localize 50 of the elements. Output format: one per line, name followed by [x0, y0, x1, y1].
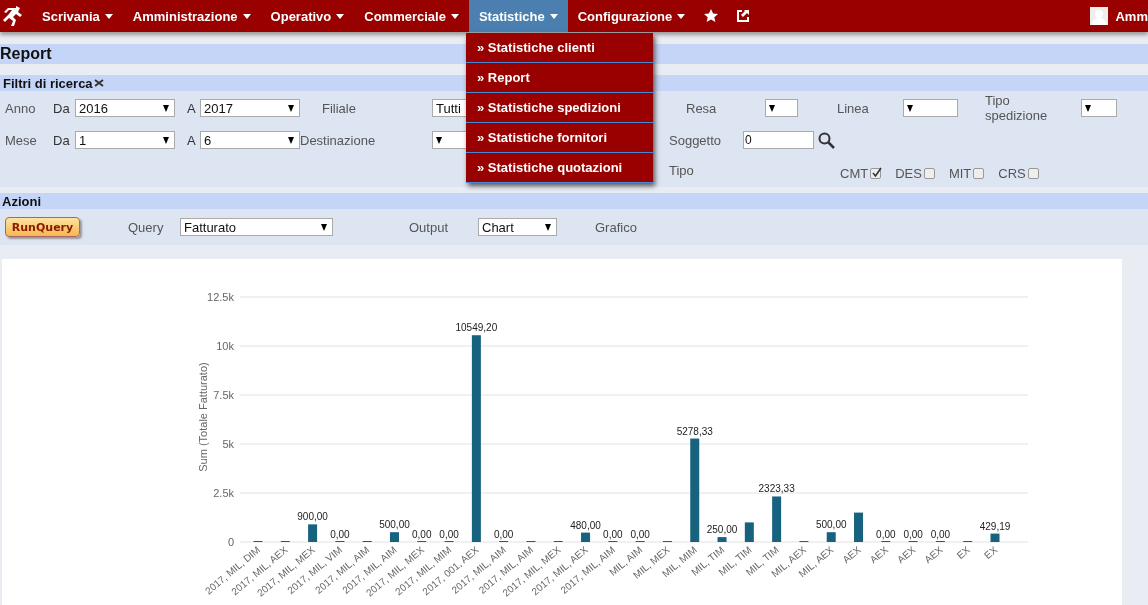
- field-label: Anno: [5, 100, 37, 116]
- checkbox-label: CRS: [998, 165, 1026, 181]
- axis-label: EX: [954, 544, 972, 562]
- data-label: 10549,20: [455, 322, 498, 334]
- axis-tick: 5k: [222, 438, 234, 450]
- field-label: Query: [128, 219, 165, 235]
- data-label: 0,00: [439, 529, 459, 540]
- field-label: Mese: [5, 132, 38, 148]
- data-label: 0,00: [493, 529, 514, 540]
- field-label: A: [186, 132, 197, 148]
- axis-tick: 0: [227, 536, 234, 548]
- data-label: 0,00: [903, 529, 923, 540]
- axis-tick: 10k: [216, 340, 234, 352]
- data-label: 0,00: [412, 529, 432, 540]
- page-title: Report: [0, 45, 52, 63]
- data-label: 0,00: [876, 529, 896, 540]
- field-label: Da: [53, 132, 71, 148]
- data-label: 0,00: [630, 529, 650, 540]
- section-title: Azioni: [2, 193, 41, 209]
- axis-label: EX: [982, 544, 1000, 562]
- axis-tick: 12.5k: [207, 291, 234, 303]
- checkbox-label: DES: [895, 165, 922, 181]
- checkbox-label: MIT: [948, 165, 972, 181]
- data-label: 250,00: [706, 524, 738, 536]
- checkbox-label: CMT: [840, 165, 869, 181]
- data-label: 0,00: [930, 529, 951, 540]
- field-label: Soggetto: [669, 132, 723, 148]
- data-label: 0,00: [603, 529, 623, 540]
- data-label: 429,19: [979, 520, 1011, 532]
- field-label: Destinazione: [300, 132, 377, 148]
- field-label: Filiale: [321, 100, 357, 116]
- data-label: 2323,33: [758, 483, 795, 495]
- field-label: Tipo spedizione: [985, 93, 1049, 123]
- field-label: Output: [409, 219, 450, 235]
- data-label: 5278,33: [676, 425, 713, 437]
- data-label: 480,00: [570, 519, 601, 531]
- section-title: Filtri di ricerca: [3, 75, 93, 91]
- field-label: Linea: [837, 100, 870, 116]
- axis-tick: 7.5k: [213, 389, 234, 401]
- field-label: A: [186, 100, 197, 116]
- field-label: Resa: [685, 100, 718, 116]
- axis-title: Sum (Totale Fatturato): [197, 362, 209, 472]
- data-label: 900,00: [297, 511, 328, 523]
- data-label: 0,00: [330, 529, 350, 540]
- field-label: Tipo: [669, 162, 695, 178]
- data-label: 500,00: [815, 519, 847, 531]
- field-label: Grafico: [595, 219, 637, 235]
- axis-tick: 2.5k: [213, 487, 234, 499]
- field-label: Da: [53, 100, 71, 116]
- data-label: 500,00: [379, 519, 410, 531]
